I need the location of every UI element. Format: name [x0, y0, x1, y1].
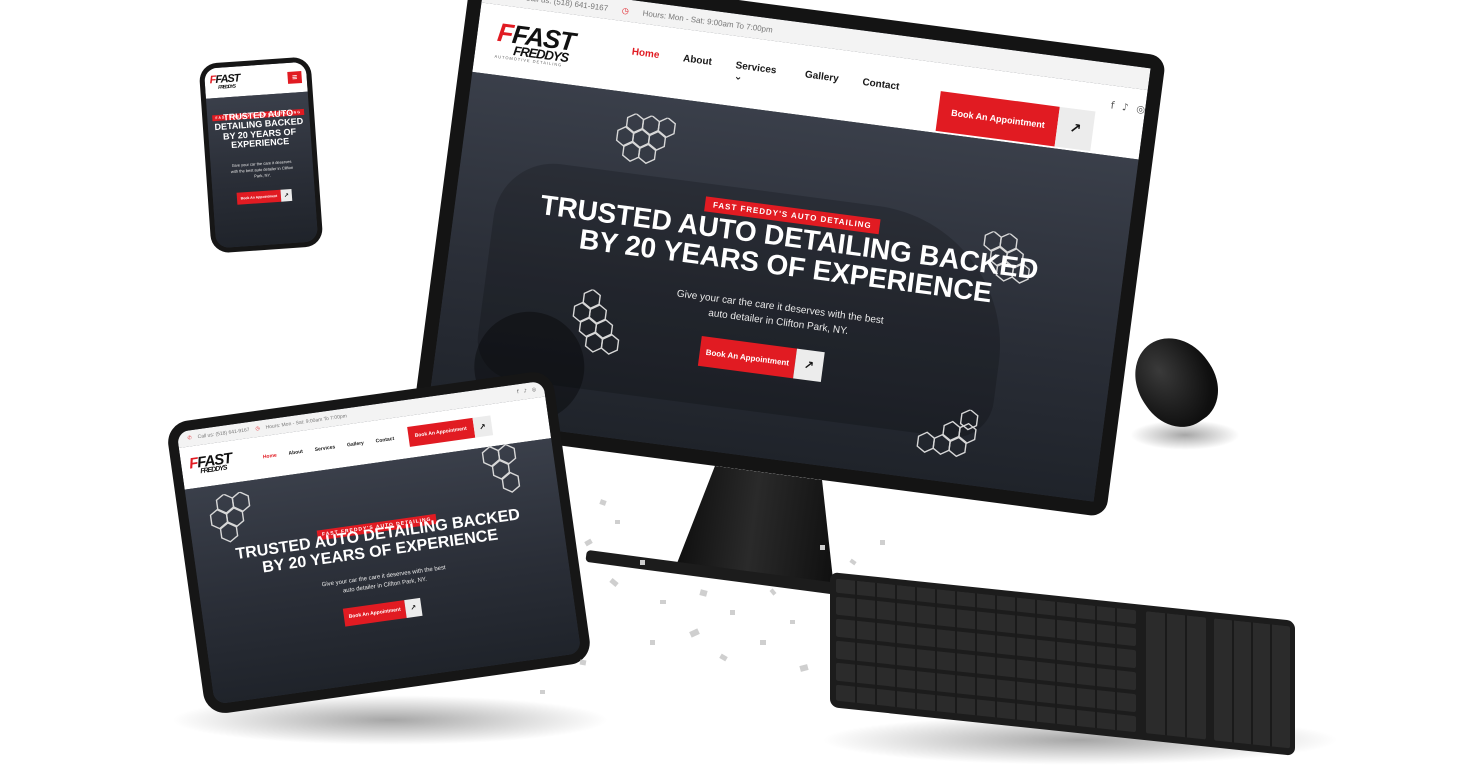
tablet-phone-icon: ✆: [187, 435, 193, 442]
hero-arrow-icon[interactable]: ↗: [793, 348, 825, 382]
tablet-facebook-icon[interactable]: f: [517, 389, 520, 395]
nav-about[interactable]: About: [681, 53, 712, 79]
facebook-icon[interactable]: f: [1110, 100, 1115, 111]
arrow-icon[interactable]: ↗: [1054, 106, 1096, 152]
phone-hero-headline: Trusted Auto Detailing Backed By 20 Year…: [214, 107, 304, 151]
hamburger-menu-icon[interactable]: ≡: [287, 70, 303, 84]
tablet-book-button[interactable]: Book An Appointment: [406, 417, 475, 447]
tablet-screen: ✆ Call us: (518) 641-9167 ◷ Hours: Mon -…: [176, 380, 582, 705]
tablet-nav-contact[interactable]: Contact: [375, 436, 394, 445]
tablet-hero-book-button[interactable]: Book An Appointment: [342, 600, 407, 627]
nav-gallery[interactable]: Gallery: [803, 69, 839, 95]
tablet-nav-services[interactable]: Services: [314, 444, 335, 453]
tablet-arrow-icon[interactable]: ↗: [472, 415, 493, 438]
phone-hero-arrow-icon[interactable]: ↗: [280, 188, 293, 202]
nav-contact[interactable]: Contact: [860, 77, 900, 104]
tablet-nav-home[interactable]: Home: [263, 452, 278, 460]
phone-logo[interactable]: FFAST FREDDYS: [209, 72, 270, 91]
phone-screen: FFAST FREDDYS ≡ Fast Freddy's Auto Detai…: [203, 61, 319, 249]
clock-icon: ◷: [621, 5, 630, 16]
tablet-nav-about[interactable]: About: [288, 449, 303, 457]
tablet-hero-arrow-icon[interactable]: ↗: [404, 597, 423, 618]
tiktok-icon[interactable]: ♪: [1121, 102, 1129, 114]
tablet-logo[interactable]: FFAST FREDDYS: [188, 450, 254, 477]
phone-device: FFAST FREDDYS ≡ Fast Freddy's Auto Detai…: [198, 56, 324, 254]
chevron-down-icon: ⌄: [733, 71, 744, 84]
keyboard-keys: [836, 578, 1290, 749]
nav-services[interactable]: Services ⌄: [733, 60, 781, 88]
hex-pattern-left-top: [615, 112, 677, 165]
site-logo[interactable]: FFAST FREDDYS AUTOMOTIVE DETAILING: [494, 17, 606, 73]
phone-hero-book-button[interactable]: Book An Appointment: [236, 189, 282, 205]
tablet-nav-gallery[interactable]: Gallery: [347, 440, 365, 448]
instagram-icon[interactable]: ◎: [1136, 103, 1146, 115]
tablet-instagram-icon[interactable]: ◎: [531, 387, 536, 394]
tablet-clock-icon: ◷: [255, 425, 261, 433]
nav-home[interactable]: Home: [630, 47, 660, 72]
tablet-device: ✆ Call us: (518) 641-9167 ◷ Hours: Mon -…: [165, 369, 594, 730]
hex-pattern-right-bottom: [916, 408, 979, 458]
phone-hero-subtext: Give your car the care it deserves with …: [230, 158, 294, 179]
tablet-tiktok-icon[interactable]: ♪: [523, 388, 527, 394]
